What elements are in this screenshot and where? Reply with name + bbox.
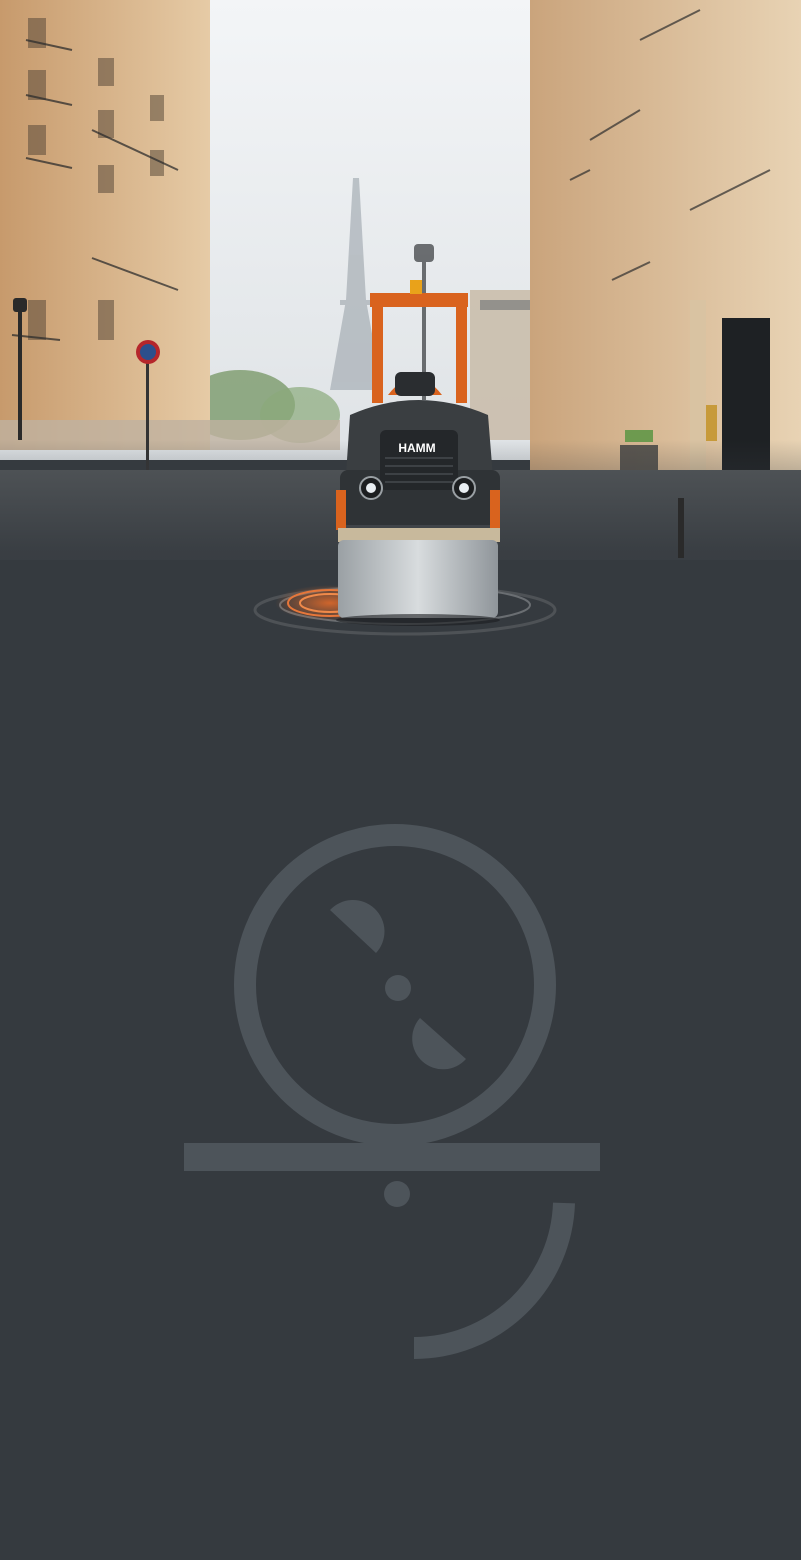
hamm-logo: HAMM <box>398 441 435 455</box>
hero-image: HAMM <box>0 0 801 640</box>
compaction-logo-icon <box>184 824 600 1359</box>
page: HAMM <box>0 0 801 1560</box>
